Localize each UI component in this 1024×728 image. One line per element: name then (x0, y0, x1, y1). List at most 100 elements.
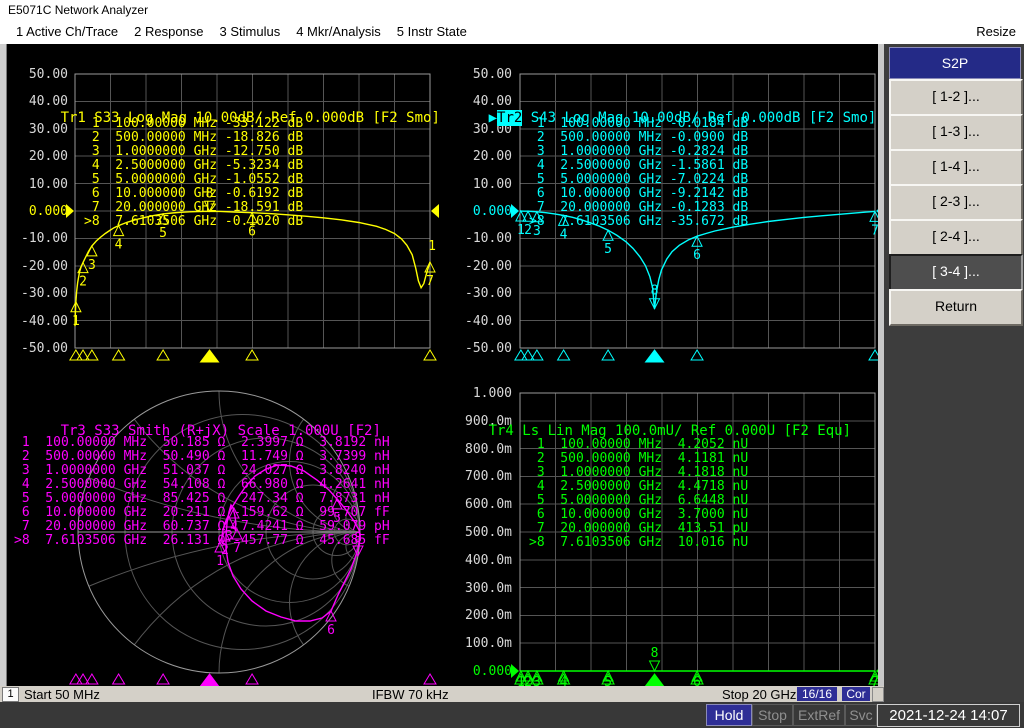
tr3-stimulus-markers (69, 673, 437, 686)
y-axis-label: 200.0m (465, 608, 512, 624)
ifbw-label: IFBW 70 kHz (372, 687, 449, 702)
marker-table-row: 7 20.000000 GHz -0.1283 dB (529, 200, 749, 215)
svg-text:1: 1 (428, 239, 436, 254)
softkey-panel: S2P [ 1-2 ]...[ 1-3 ]...[ 1-4 ]...[ 2-3 … (884, 44, 1024, 702)
y-axis-label: 400.0m (465, 552, 512, 568)
y-axis-label: 20.00 (28, 149, 68, 165)
softkey-button-3-4[interactable]: [ 3-4 ]... (889, 254, 1023, 291)
y-axis-label: -40.00 (465, 313, 512, 329)
svg-text:7: 7 (426, 274, 434, 289)
svg-text:8: 8 (651, 284, 659, 299)
y-axis-label: -30.00 (21, 286, 68, 302)
marker-table-row: 3 1.0000000 GHz -0.2824 dB (529, 144, 749, 159)
left-window-edge (0, 44, 7, 686)
marker-table-row: 4 2.5000000 GHz -5.3234 dB (84, 158, 304, 173)
stop-indicator: Stop (752, 704, 793, 726)
marker-table-row: 6 10.000000 GHz 20.211 Ω -159.62 Ω 99.70… (14, 505, 390, 520)
menu-resize[interactable]: Resize (976, 24, 1016, 39)
marker-table-row: 5 5.0000000 GHz -1.0552 dB (84, 172, 304, 187)
menu-item-5[interactable]: 5 Instr State (397, 24, 467, 39)
y-axis-label: -40.00 (21, 313, 68, 329)
tr1-name: Tr1 (60, 110, 86, 126)
y-axis-label: 10.00 (28, 176, 68, 192)
y-axis-label: 50.00 (472, 67, 512, 82)
correction-badge: Cor (842, 687, 870, 701)
marker-table-row: 7 20.000000 GHz 413.51 pU (529, 521, 749, 536)
window-title: E5071C Network Analyzer (8, 3, 149, 17)
return-button[interactable]: Return (889, 289, 1023, 326)
marker-table-row: 1 100.00000 MHz 4.2052 nU (529, 437, 749, 452)
svg-text:4: 4 (115, 238, 123, 253)
marker-table-row: >8 7.6103506 GHz -0.1020 dB (84, 214, 304, 229)
marker-table-row: 6 10.000000 GHz -0.6192 dB (84, 186, 304, 201)
svg-text:8: 8 (651, 646, 659, 661)
y-axis-label: 20.00 (472, 149, 512, 165)
instrument-display: 123456718123456781234567812345678 Tr1 S3… (0, 44, 884, 686)
marker-table-row: 7 20.000000 GHz 60.737 Ω 7.4241 Ω 59.079… (14, 519, 390, 534)
marker-table-row: 5 5.0000000 GHz 6.6448 nU (529, 493, 749, 508)
hold-indicator: Hold (706, 704, 752, 726)
marker-table-row: >8 7.6103506 GHz -35.672 dB (529, 214, 749, 229)
svg-text:2: 2 (79, 275, 87, 290)
marker-table-row: 2 500.00000 MHz -0.0900 dB (529, 130, 749, 145)
y-axis-label: -20.00 (21, 258, 68, 274)
stop-frequency-label: Stop 20 GHz (722, 687, 797, 702)
y-axis-label: -10.00 (21, 231, 68, 247)
start-frequency-label: Start 50 MHz (24, 687, 100, 702)
tr2-name: Tr2 (497, 110, 523, 126)
svg-text:4: 4 (560, 227, 568, 242)
marker-table-row: 3 1.0000000 GHz -12.750 dB (84, 144, 304, 159)
y-axis-label: -10.00 (465, 231, 512, 247)
menu-item-4[interactable]: 4 Mkr/Analysis (296, 24, 381, 39)
y-axis-label: 1.000 (472, 386, 512, 401)
marker-table-row: 3 1.0000000 GHz 4.1818 nU (529, 465, 749, 480)
menu-item-3[interactable]: 3 Stimulus (220, 24, 281, 39)
marker-table-row: 4 2.5000000 GHz 54.108 Ω 66.980 Ω 4.2641… (14, 477, 390, 492)
system-status-bar: Hold Stop ExtRef Svc 2021-12-24 14:07 (0, 702, 1024, 728)
svg-text:5: 5 (604, 242, 612, 257)
status-bar: 1 Start 50 MHz IFBW 70 kHz Stop 20 GHz 1… (0, 686, 884, 702)
marker-table-row: 5 5.0000000 GHz 85.425 Ω 247.34 Ω 7.8731… (14, 491, 390, 506)
y-axis-label: 50.00 (28, 67, 68, 82)
marker-table-row: 4 2.5000000 GHz 4.4718 nU (529, 479, 749, 494)
menu-item-2[interactable]: 2 Response (134, 24, 203, 39)
marker-table-row: >8 7.6103506 GHz 26.131 Ω -457.77 Ω 45.6… (14, 533, 390, 548)
softkey-button-1-3[interactable]: [ 1-3 ]... (889, 114, 1023, 151)
marker-table-row: 2 500.00000 MHz -18.826 dB (84, 130, 304, 145)
tr2-stimulus-markers (514, 349, 882, 363)
marker-table-row: 6 10.000000 GHz 3.7000 nU (529, 507, 749, 522)
menu-bar: 1 Active Ch/Trace 2 Response 3 Stimulus 4 M… (0, 20, 1024, 44)
marker-table-row: 3 1.0000000 GHz 51.037 Ω 24.027 Ω 3.8240… (14, 463, 390, 478)
softkey-button-1-2[interactable]: [ 1-2 ]... (889, 79, 1023, 116)
tr4-marker-table: 1 100.00000 MHz 4.2052 nU 2 500.00000 MH… (529, 438, 748, 550)
y-axis-label: -50.00 (465, 341, 512, 356)
y-axis-label: 0.000 (472, 664, 512, 679)
tr1-marker-table: 1 100.00000 MHz -33.122 dB 2 500.00000 M… (84, 117, 303, 229)
y-axis-label: 10.00 (472, 176, 512, 192)
y-axis-label: -20.00 (465, 258, 512, 274)
y-axis-label: 500.0m (465, 525, 512, 540)
y-axis-label: 0.000 (28, 204, 68, 219)
tr1-stimulus-markers (69, 349, 437, 363)
y-axis-label: 600.0m (465, 497, 512, 513)
y-axis-label: 100.0m (465, 636, 512, 652)
marker-table-row: 1 100.00000 MHz -0.0184 dB (529, 116, 749, 131)
softkey-button-1-4[interactable]: [ 1-4 ]... (889, 149, 1023, 186)
marker-table-row: 5 5.0000000 GHz -7.0224 dB (529, 172, 749, 187)
application-window: E5071C Network Analyzer 1 Active Ch/Trac… (0, 0, 1024, 728)
svg-text:6: 6 (327, 623, 335, 638)
tr2-marker-table: 1 100.00000 MHz -0.0184 dB 2 500.00000 M… (529, 117, 748, 229)
marker-table-row: 1 100.00000 MHz 50.185 Ω 2.3997 Ω 3.8192… (14, 435, 390, 450)
softkey-button-2-3[interactable]: [ 2-3 ]... (889, 184, 1023, 221)
datetime-display: 2021-12-24 14:07 (877, 704, 1020, 727)
marker-table-row: 7 20.000000 GHz -18.591 dB (84, 200, 304, 215)
softkey-menu-title: S2P (889, 47, 1021, 79)
svg-text:1: 1 (72, 314, 80, 329)
menu-item-1[interactable]: 1 Active Ch/Trace (16, 24, 118, 39)
status-end-box (872, 687, 884, 702)
softkey-button-2-4[interactable]: [ 2-4 ]... (889, 219, 1023, 256)
y-axis-label: -30.00 (465, 286, 512, 302)
tr4-name: Tr4 (488, 423, 514, 439)
y-axis-label: 0.000 (472, 204, 512, 219)
marker-table-row: >8 7.6103506 GHz 10.016 nU (529, 535, 749, 550)
